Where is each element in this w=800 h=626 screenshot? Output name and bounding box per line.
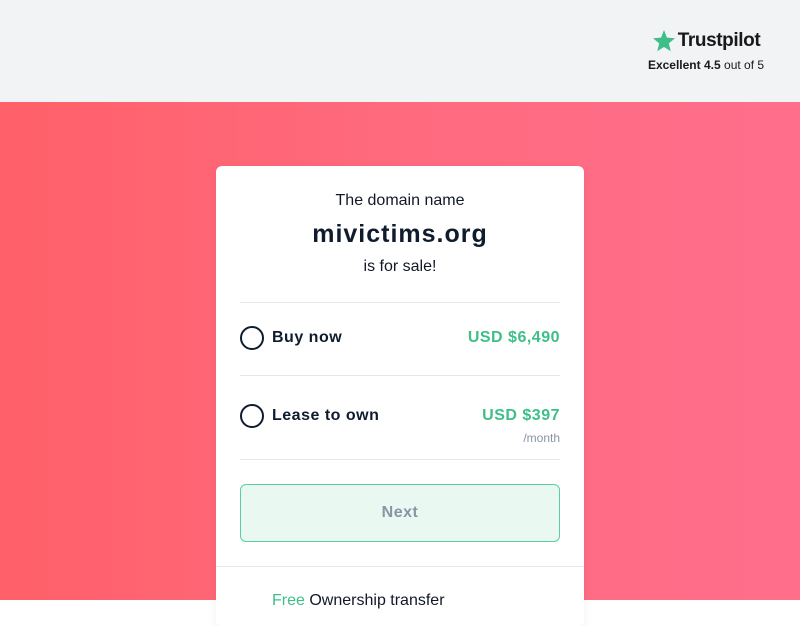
domain-name: mivictims.org <box>312 220 488 248</box>
option-lease-to-own[interactable]: Lease to own USD $397 <box>240 404 560 428</box>
trustpilot-logo: Trustpilot <box>636 28 776 54</box>
feature-accent: Free <box>272 592 305 609</box>
intro-text: The domain name <box>335 192 465 209</box>
trustpilot-brand: Trustpilot <box>677 30 761 51</box>
next-button[interactable]: Next <box>240 484 560 542</box>
divider <box>240 302 560 303</box>
divider <box>240 375 560 376</box>
trustpilot-widget[interactable]: Trustpilot Excellent 4.5 out of 5 <box>636 28 776 72</box>
option-label: Lease to own <box>272 407 380 424</box>
lease-period: /month <box>523 431 560 445</box>
feature-text: Ownership transfer <box>309 592 445 609</box>
card-header: The domain name mivictims.org is for sal… <box>216 166 584 276</box>
option-price: USD $397 <box>482 407 560 424</box>
sale-card: The domain name mivictims.org is for sal… <box>216 166 584 626</box>
radio-button[interactable] <box>240 404 264 428</box>
rating-score: 4.5 <box>703 58 721 72</box>
top-bar: Trustpilot Excellent 4.5 out of 5 <box>0 0 800 102</box>
rating-out-of: out of 5 <box>724 58 765 72</box>
divider <box>216 566 584 567</box>
trustpilot-rating: Excellent 4.5 out of 5 <box>636 58 776 72</box>
feature-item: Free Ownership transfer <box>272 592 445 610</box>
sale-status: is for sale! <box>363 258 437 275</box>
option-price: USD $6,490 <box>467 329 560 346</box>
radio-button[interactable] <box>240 326 264 350</box>
option-label: Buy now <box>272 329 343 346</box>
star-icon <box>652 30 675 52</box>
option-buy-now[interactable]: Buy now USD $6,490 <box>240 326 560 350</box>
rating-word: Excellent <box>647 58 701 72</box>
divider <box>240 459 560 460</box>
